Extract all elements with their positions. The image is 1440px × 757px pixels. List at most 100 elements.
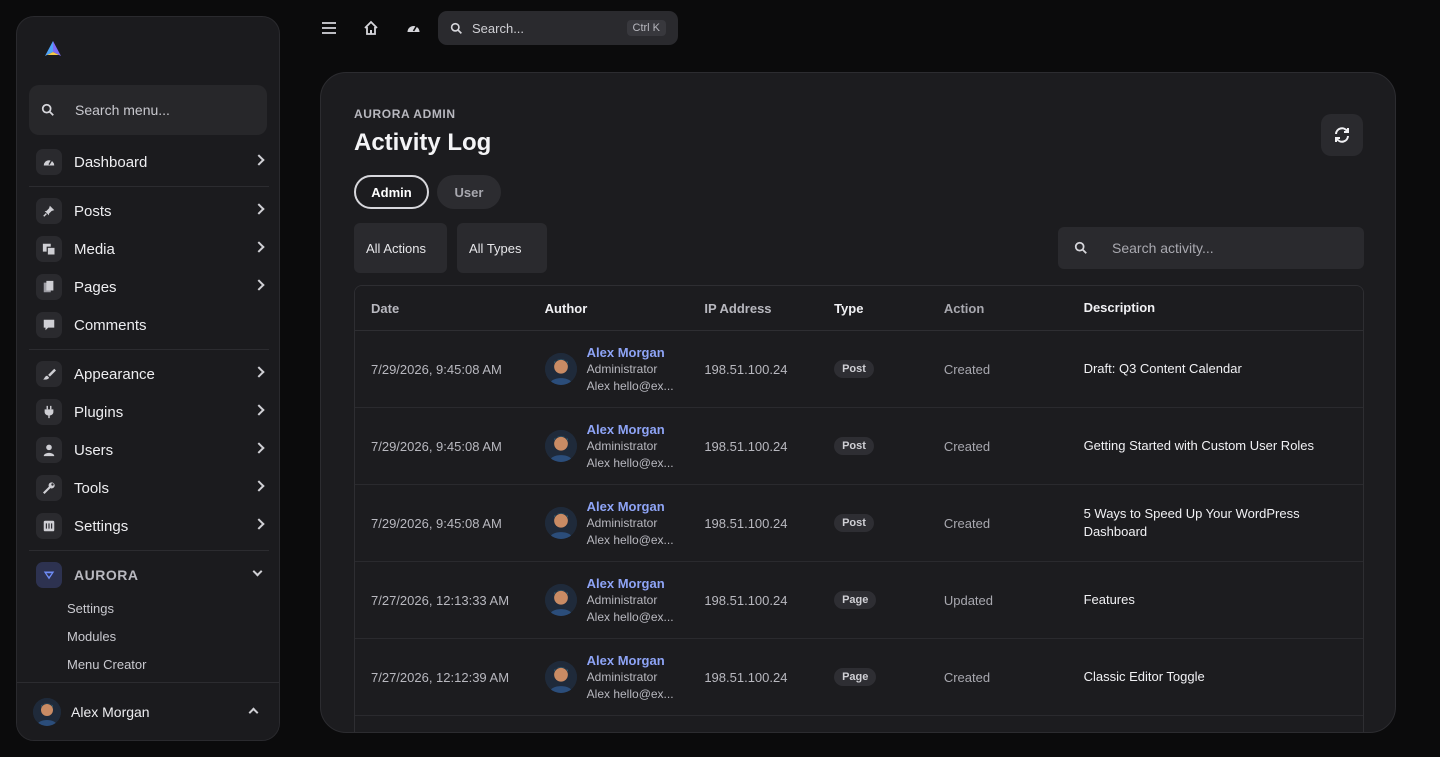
column-header-description[interactable]: Description	[1084, 299, 1363, 317]
comment-icon	[36, 312, 62, 338]
table-row[interactable]: 7/29/2026, 9:45:08 AM Alex Morgan Admini…	[355, 408, 1363, 485]
chevron-right-icon	[253, 442, 265, 454]
sidebar-item-media[interactable]: Media	[29, 230, 269, 268]
dashboard-icon[interactable]	[403, 18, 423, 38]
row-author: Alex Morgan Administrator Alex hello@ex.…	[544, 652, 705, 703]
pages-icon	[36, 274, 62, 300]
sidebar-item-aurora[interactable]: AURORA	[29, 556, 269, 594]
sidebar-user[interactable]: Alex Morgan	[17, 682, 279, 740]
settings-icon	[36, 513, 62, 539]
sidebar-item-label: Dashboard	[74, 153, 148, 171]
author-email: Alex hello@ex...	[586, 686, 674, 701]
row-ip: 198.51.100.24	[704, 592, 788, 608]
divider	[29, 349, 269, 350]
sidebar-item-tools[interactable]: Tools	[29, 469, 269, 507]
column-header-author[interactable]: Author	[545, 301, 705, 316]
type-badge: Post	[834, 360, 874, 378]
media-icon	[36, 236, 62, 262]
sidebar-search-input[interactable]: Search menu...	[29, 85, 267, 135]
sidebar-item-plugins[interactable]: Plugins	[29, 393, 269, 431]
column-header-action[interactable]: Action	[944, 301, 1084, 316]
sidebar-subitem-settings[interactable]: Settings	[29, 594, 269, 622]
sidebar-search-placeholder: Search menu...	[75, 102, 170, 118]
aurora-logo-icon[interactable]	[43, 39, 63, 59]
sidebar-item-label: Media	[74, 240, 115, 258]
avatar	[544, 507, 577, 539]
refresh-icon	[1335, 127, 1349, 143]
author-name-link[interactable]: Alex Morgan	[587, 575, 674, 592]
types-filter[interactable]: All Types	[457, 223, 547, 273]
sidebar-item-label: Pages	[74, 278, 117, 296]
sidebar-item-dashboard[interactable]: Dashboard	[29, 143, 269, 181]
chevron-down-icon	[252, 566, 263, 577]
user-name: Alex Morgan	[71, 703, 150, 720]
home-icon[interactable]	[361, 18, 381, 38]
table-row[interactable]: 7/29/2026, 9:45:08 AM Alex Morgan Admini…	[355, 485, 1363, 562]
tab-user[interactable]: User	[437, 175, 501, 209]
type-badge: Page	[834, 591, 877, 609]
sidebar: Search menu... Dashboard Posts Media Pag…	[16, 16, 280, 741]
chevron-right-icon	[253, 154, 265, 166]
row-ip: 198.51.100.24	[704, 438, 788, 454]
sidebar-item-label: Plugins	[74, 403, 124, 421]
table-row[interactable]: 7/29/2026, 9:45:08 AM Alex Morgan Admini…	[355, 331, 1363, 408]
sidebar-item-label: Posts	[74, 202, 112, 220]
author-name-link[interactable]: Alex Morgan	[587, 652, 674, 669]
table-row[interactable]: 7/27/2026, 12:12:39 AM Alex Morgan Admin…	[355, 639, 1363, 716]
actions-filter[interactable]: All Actions	[354, 223, 447, 273]
row-date: 7/27/2026, 12:13:33 AM	[371, 592, 510, 608]
sidebar-item-appearance[interactable]: Appearance	[29, 355, 269, 393]
global-search-input[interactable]: Search... Ctrl K	[438, 11, 678, 45]
author-name-link[interactable]: Alex Morgan	[587, 344, 674, 361]
divider	[29, 550, 269, 551]
type-badge: Post	[834, 437, 874, 455]
type-badge: Post	[834, 514, 874, 532]
row-date: 7/29/2026, 9:45:08 AM	[371, 361, 502, 377]
chevron-right-icon	[253, 241, 265, 253]
activity-search-placeholder: Search activity...	[1112, 240, 1214, 256]
chevron-right-icon	[253, 480, 265, 492]
row-action: Created	[943, 438, 991, 454]
search-icon	[1074, 241, 1087, 254]
row-date: 7/27/2026, 12:12:39 AM	[371, 669, 510, 685]
menu-icon[interactable]	[319, 18, 339, 38]
search-icon	[41, 103, 54, 116]
shortcut-badge: Ctrl K	[626, 20, 666, 36]
sidebar-item-users[interactable]: Users	[29, 431, 269, 469]
sidebar-subitem-modules[interactable]: Modules	[29, 622, 269, 650]
sidebar-item-label: Settings	[74, 517, 129, 535]
activity-panel: AURORA ADMIN Activity Log Admin User All…	[320, 72, 1396, 733]
author-email: Alex hello@ex...	[586, 455, 674, 470]
chevron-right-icon	[253, 203, 265, 215]
column-header-date[interactable]: Date	[355, 301, 545, 316]
sidebar-item-settings[interactable]: Settings	[29, 507, 269, 545]
author-name-link[interactable]: Alex Morgan	[587, 421, 674, 438]
wrench-icon	[36, 475, 62, 501]
column-header-ip[interactable]: IP Address	[704, 301, 834, 316]
type-badge: Page	[834, 668, 877, 686]
sidebar-subitem-menu-creator[interactable]: Menu Creator	[29, 650, 269, 678]
sidebar-item-label: Comments	[74, 316, 147, 334]
search-icon	[450, 22, 462, 34]
row-ip: 198.51.100.24	[704, 669, 788, 685]
activity-search-input[interactable]: Search activity...	[1058, 227, 1364, 269]
sidebar-item-comments[interactable]: Comments	[29, 306, 269, 344]
row-action: Created	[943, 515, 991, 531]
avatar	[33, 697, 61, 726]
avatar	[544, 353, 577, 385]
sidebar-item-label: AURORA	[74, 567, 139, 583]
aurora-icon	[36, 562, 62, 588]
chevron-up-icon	[248, 707, 259, 718]
sidebar-item-posts[interactable]: Posts	[29, 192, 269, 230]
author-name-link[interactable]: Alex Morgan	[587, 498, 674, 515]
author-role: Administrator	[586, 592, 658, 607]
tab-admin[interactable]: Admin	[354, 175, 429, 209]
avatar	[544, 661, 577, 693]
sidebar-item-pages[interactable]: Pages	[29, 268, 269, 306]
page-title: Activity Log	[354, 129, 492, 156]
column-header-type[interactable]: Type	[834, 301, 944, 316]
table-header: Date Author IP Address Type Action Descr…	[355, 286, 1363, 331]
refresh-button[interactable]	[1321, 114, 1363, 156]
author-role: Administrator	[586, 515, 658, 530]
table-row[interactable]: 7/27/2026, 12:13:33 AM Alex Morgan Admin…	[355, 562, 1363, 639]
